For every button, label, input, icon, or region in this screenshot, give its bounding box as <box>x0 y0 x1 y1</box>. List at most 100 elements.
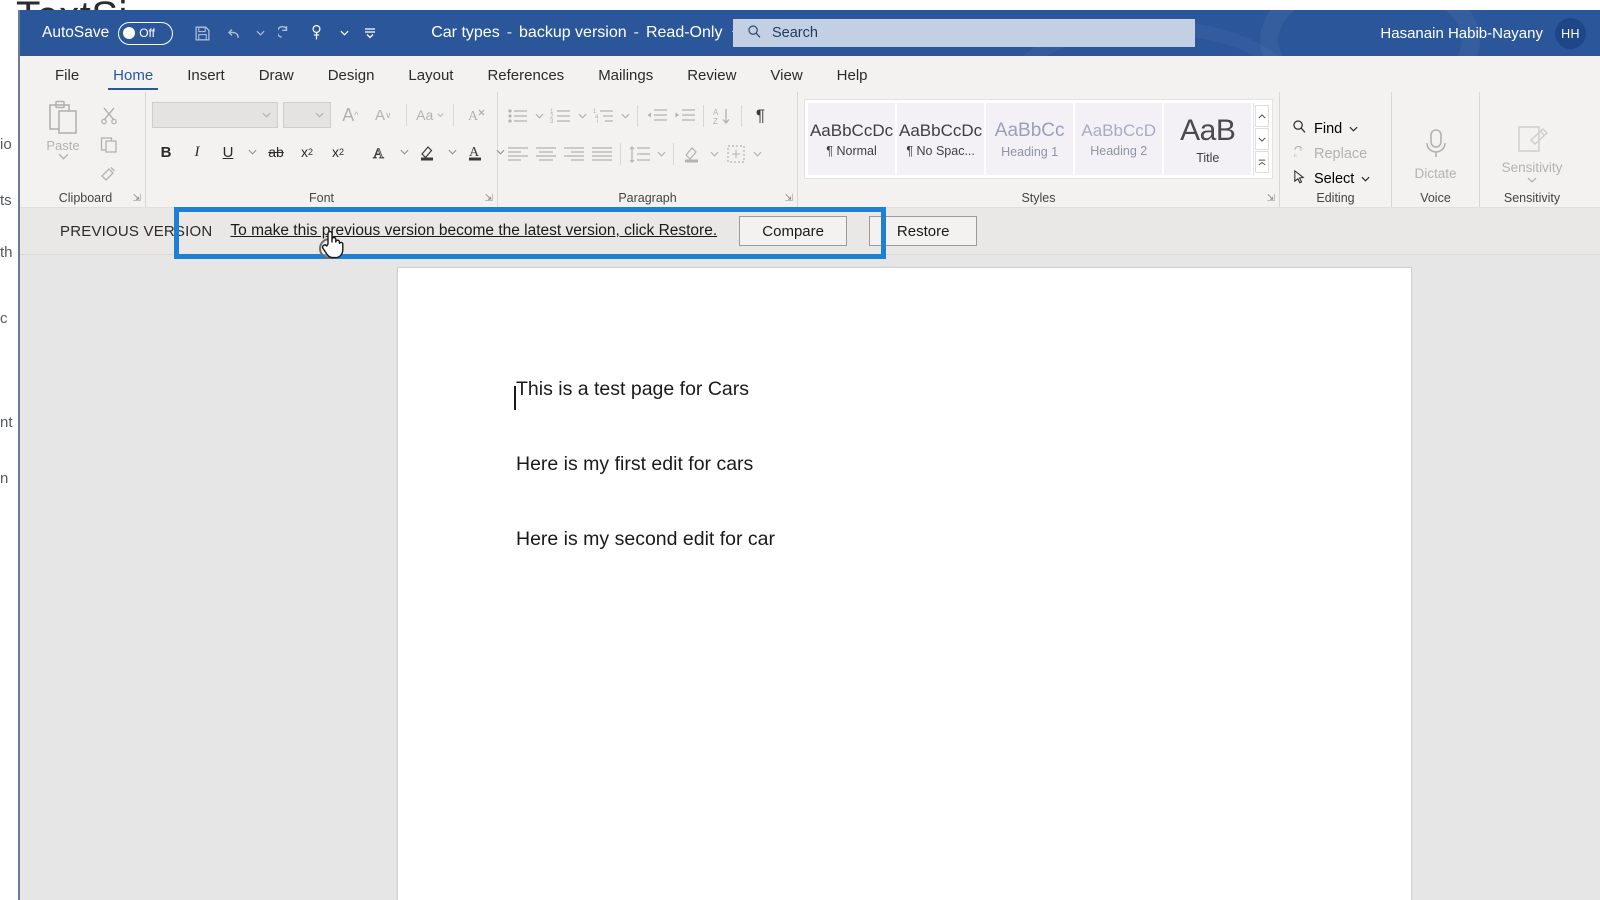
highlight-chevron-down-icon[interactable] <box>445 138 459 166</box>
change-case-icon[interactable]: Aa <box>416 101 444 129</box>
tab-design[interactable]: Design <box>313 61 390 92</box>
select-chevron-down-icon <box>1361 176 1370 182</box>
ribbon-tab-strip[interactable]: File Home Insert Draw Design Layout Refe… <box>20 56 1600 92</box>
account-area[interactable]: Hasanain Habib-Nayany HH <box>1380 18 1586 49</box>
multilevel-list-icon[interactable]: 1ai <box>590 102 617 130</box>
ribbon-group-editing: Find bc Replace Select Editing <box>1280 92 1392 207</box>
font-dialog-launcher-icon[interactable]: ⇲ <box>485 193 493 204</box>
styles-scroll-controls[interactable] <box>1253 103 1269 175</box>
borders-icon[interactable] <box>722 140 749 168</box>
previous-version-message-bar: PREVIOUS VERSION To make this previous v… <box>20 208 1600 255</box>
quick-access-toolbar[interactable] <box>187 18 385 48</box>
style-item-heading-2[interactable]: AaBbCcD Heading 2 <box>1075 103 1162 175</box>
replace-button[interactable]: bc Replace <box>1286 141 1385 166</box>
sort-icon[interactable]: AZ <box>709 102 736 130</box>
numbering-icon[interactable]: 123 <box>547 102 574 130</box>
search-input[interactable]: Search <box>733 19 1195 47</box>
undo-icon[interactable] <box>219 18 249 48</box>
shrink-font-icon[interactable]: A∨ <box>369 101 397 129</box>
clear-all-formatting-icon[interactable]: A <box>463 101 491 129</box>
document-title-bar[interactable]: Car types - backup version - Read-Only <box>431 24 740 42</box>
bullets-icon[interactable] <box>504 102 531 130</box>
tab-review[interactable]: Review <box>672 61 751 92</box>
divider <box>406 104 407 126</box>
copy-icon[interactable] <box>94 131 124 156</box>
format-painter-icon[interactable] <box>94 160 124 185</box>
ribbon-group-clipboard: Paste Clipboard ⇲ <box>26 92 146 207</box>
font-size-input[interactable] <box>283 102 331 128</box>
paste-chevron-down-icon <box>58 153 69 160</box>
underline-icon[interactable]: U <box>214 138 242 166</box>
font-name-input[interactable] <box>152 102 278 128</box>
align-right-icon[interactable] <box>560 140 587 168</box>
tab-layout[interactable]: Layout <box>393 61 468 92</box>
align-left-icon[interactable] <box>504 140 531 168</box>
restore-button[interactable]: Restore <box>869 216 977 246</box>
select-button[interactable]: Select <box>1286 166 1385 191</box>
styles-dialog-launcher-icon[interactable]: ⇲ <box>1267 193 1275 204</box>
paste-button[interactable]: Paste <box>32 98 94 160</box>
tab-file[interactable]: File <box>40 61 94 92</box>
styles-scroll-up-icon[interactable] <box>1255 105 1269 127</box>
justify-icon[interactable] <box>588 140 615 168</box>
shading-icon[interactable] <box>679 140 706 168</box>
decrease-indent-icon[interactable] <box>643 102 670 130</box>
style-item-heading-1[interactable]: AaBbCc Heading 1 <box>986 103 1073 175</box>
text-effects-icon[interactable]: A <box>366 138 394 166</box>
shading-chevron-down-icon[interactable] <box>707 140 721 168</box>
style-item-normal[interactable]: AaBbCcDc ¶ Normal <box>808 103 895 175</box>
borders-chevron-down-icon[interactable] <box>750 140 764 168</box>
strikethrough-icon[interactable]: ab <box>262 138 290 166</box>
italic-icon[interactable]: I <box>183 138 211 166</box>
find-button[interactable]: Find <box>1286 116 1385 141</box>
tab-view[interactable]: View <box>755 61 817 92</box>
tab-draw[interactable]: Draw <box>244 61 309 92</box>
touch-mode-chevron-down-icon[interactable] <box>335 18 353 48</box>
tab-insert[interactable]: Insert <box>172 61 240 92</box>
clipboard-dialog-launcher-icon[interactable]: ⇲ <box>133 193 141 204</box>
autosave-label: AutoSave <box>42 24 109 42</box>
subscript-icon[interactable]: x2 <box>293 138 321 166</box>
touch-mouse-mode-icon[interactable] <box>303 18 333 48</box>
style-item-title[interactable]: AaB Title <box>1164 103 1251 175</box>
numbering-chevron-down-icon[interactable] <box>575 102 589 130</box>
tab-home[interactable]: Home <box>98 61 168 92</box>
show-formatting-marks-icon[interactable]: ¶ <box>747 102 774 130</box>
line-spacing-chevron-down-icon[interactable] <box>654 140 668 168</box>
multilevel-chevron-down-icon[interactable] <box>618 102 632 130</box>
customize-quick-access-toolbar-icon[interactable] <box>355 18 385 48</box>
align-center-icon[interactable] <box>532 140 559 168</box>
bullets-chevron-down-icon[interactable] <box>532 102 546 130</box>
autosave-switch[interactable]: Off <box>118 22 173 45</box>
document-page[interactable]: This is a test page for Cars Here is my … <box>397 267 1412 900</box>
paragraph-dialog-launcher-icon[interactable]: ⇲ <box>785 193 793 204</box>
undo-dropdown-chevron-down-icon[interactable] <box>251 18 269 48</box>
font-color-icon[interactable]: A <box>462 138 490 166</box>
cursor-arrow-icon <box>1292 169 1307 188</box>
increase-indent-icon[interactable] <box>671 102 698 130</box>
styles-more-icon[interactable] <box>1255 151 1269 173</box>
tab-references[interactable]: References <box>472 61 579 92</box>
line-spacing-icon[interactable] <box>626 140 653 168</box>
compare-button[interactable]: Compare <box>739 216 847 246</box>
text-effects-chevron-down-icon[interactable] <box>397 138 411 166</box>
autosave-toggle-group[interactable]: AutoSave Off <box>42 22 173 45</box>
text-highlight-color-icon[interactable] <box>414 138 442 166</box>
style-preview: AaBbCcDc <box>899 121 982 141</box>
underline-chevron-down-icon[interactable] <box>245 138 259 166</box>
tab-mailings[interactable]: Mailings <box>583 61 668 92</box>
bold-icon[interactable]: B <box>152 138 180 166</box>
style-name: ¶ No Spac... <box>906 144 975 158</box>
style-item-no-spacing[interactable]: AaBbCcDc ¶ No Spac... <box>897 103 984 175</box>
tab-help[interactable]: Help <box>822 61 883 92</box>
save-icon[interactable] <box>187 18 217 48</box>
styles-scroll-down-icon[interactable] <box>1255 128 1269 150</box>
ribbon-group-styles: AaBbCcDc ¶ Normal AaBbCcDc ¶ No Spac... … <box>798 92 1280 207</box>
redo-icon[interactable] <box>271 18 301 48</box>
avatar[interactable]: HH <box>1555 18 1586 49</box>
restore-message-link[interactable]: To make this previous version become the… <box>230 222 717 240</box>
grow-font-icon[interactable]: A^ <box>336 101 364 129</box>
styles-gallery[interactable]: AaBbCcDc ¶ Normal AaBbCcDc ¶ No Spac... … <box>804 99 1273 179</box>
superscript-icon[interactable]: x2 <box>324 138 352 166</box>
cut-icon[interactable] <box>94 102 124 127</box>
